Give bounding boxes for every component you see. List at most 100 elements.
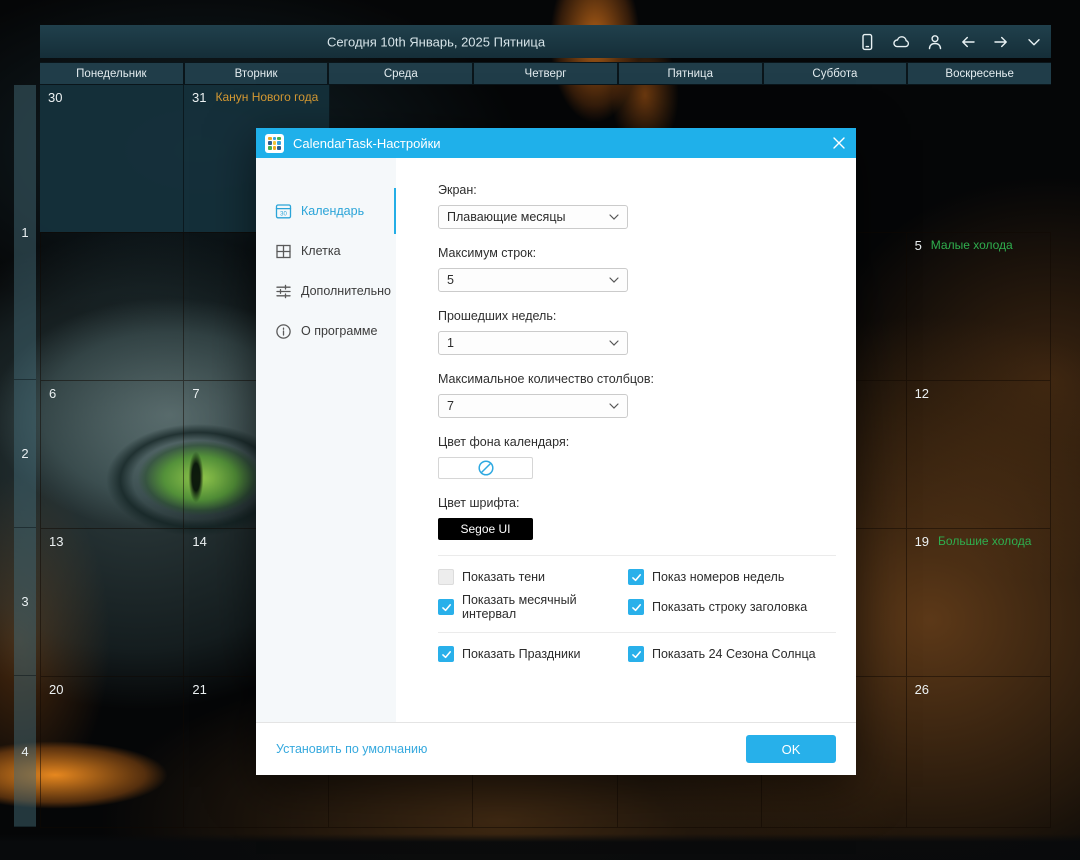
dialog-sidebar: 30 Календарь Клетка Дополнительно О прог… bbox=[256, 158, 396, 722]
date-number: 21 bbox=[192, 682, 207, 697]
solar-season-label: Большие холода bbox=[938, 534, 1032, 548]
chevron-down-icon bbox=[609, 277, 619, 283]
tab-label: Дополнительно bbox=[301, 284, 391, 298]
sliders-icon bbox=[276, 284, 291, 298]
week-number: 2 bbox=[14, 380, 36, 528]
dialog-content: Экран: Плавающие месяцы Максимум строк: … bbox=[396, 158, 856, 722]
calendar-icon: 30 bbox=[275, 203, 292, 218]
calendar-cell-dec-30[interactable]: 30 bbox=[40, 85, 184, 232]
prev-arrow-icon[interactable] bbox=[959, 33, 977, 51]
weekday-monday: Понедельник bbox=[40, 63, 183, 84]
check-icon bbox=[631, 650, 641, 658]
show-holidays-row[interactable]: Показать Праздники bbox=[438, 639, 628, 669]
tab-label: Календарь bbox=[301, 204, 365, 218]
select-value: 1 bbox=[447, 336, 454, 350]
date-number: 13 bbox=[49, 534, 64, 549]
none-icon bbox=[477, 460, 494, 476]
date-number: 26 bbox=[914, 682, 930, 697]
checkbox-label: Показать месячный интервал bbox=[462, 593, 577, 621]
tab-about[interactable]: О программе bbox=[256, 311, 396, 351]
calendar-cell[interactable] bbox=[40, 233, 185, 381]
checkbox-label: Показать тени bbox=[462, 570, 546, 584]
week-number: 1 bbox=[14, 85, 36, 380]
weekday-friday: Пятница bbox=[618, 63, 762, 84]
check-icon bbox=[441, 650, 451, 658]
weekday-sunday: Воскресенье bbox=[908, 63, 1052, 84]
user-icon[interactable] bbox=[926, 33, 944, 51]
show-week-numbers-row[interactable]: Показ номеров недель bbox=[628, 562, 836, 592]
max-rows-label: Максимум строк: bbox=[438, 246, 537, 260]
tab-label: О программе bbox=[301, 324, 378, 338]
date-number: 31 bbox=[192, 90, 207, 105]
show-24-solar-seasons-row[interactable]: Показать 24 Сезона Солнца bbox=[628, 639, 836, 669]
calendar-cell-jan-19[interactable]: 19 Большие холода bbox=[906, 529, 1051, 677]
dialog-footer: Установить по умолчанию OK bbox=[256, 722, 856, 775]
past-weeks-select[interactable]: 1 bbox=[438, 331, 628, 355]
max-columns-select[interactable]: 7 bbox=[438, 394, 628, 418]
max-rows-select[interactable]: 5 bbox=[438, 268, 628, 292]
date-number: 12 bbox=[914, 386, 930, 401]
date-number: 5 bbox=[914, 238, 922, 253]
weekday-header-row: Понедельник Вторник Среда Четверг Пятниц… bbox=[40, 62, 1052, 85]
close-icon[interactable] bbox=[822, 128, 856, 158]
show-shadows-row[interactable]: Показать тени bbox=[438, 562, 628, 592]
calendar-cell-jan-5[interactable]: 5 Малые холода bbox=[906, 233, 1051, 381]
check-icon bbox=[441, 603, 451, 611]
solar-season-label: Малые холода bbox=[930, 238, 1013, 252]
check-icon bbox=[631, 603, 641, 611]
desktop: Сегодня 10th Январь, 2025 Пятница Понеде… bbox=[0, 0, 1080, 860]
next-arrow-icon[interactable] bbox=[992, 33, 1010, 51]
svg-text:30: 30 bbox=[280, 211, 287, 217]
today-date-label: Сегодня 10th Январь, 2025 Пятница bbox=[326, 34, 546, 49]
chevron-down-icon[interactable] bbox=[1025, 33, 1043, 51]
calendar-title-bar: Сегодня 10th Январь, 2025 Пятница bbox=[40, 25, 1051, 58]
info-icon bbox=[276, 323, 291, 339]
divider bbox=[438, 555, 836, 556]
checkbox-show-holidays[interactable] bbox=[438, 646, 454, 662]
checkbox-label: Показать строку заголовка bbox=[652, 600, 808, 614]
tab-calendar[interactable]: 30 Календарь bbox=[256, 191, 396, 231]
dialog-header[interactable]: CalendarTask-Настройки bbox=[256, 128, 856, 158]
font-color-label: Цвет шрифта: bbox=[438, 496, 520, 510]
tab-cell[interactable]: Клетка bbox=[256, 231, 396, 271]
show-month-interval-row[interactable]: Показать месячный интервал bbox=[438, 592, 628, 622]
tab-advanced[interactable]: Дополнительно bbox=[256, 271, 396, 311]
phone-icon[interactable] bbox=[858, 33, 876, 51]
select-value: 5 bbox=[447, 273, 454, 287]
checkbox-show-24-solar-seasons[interactable] bbox=[628, 646, 644, 662]
app-icon bbox=[265, 133, 284, 153]
checkbox-label: Показ номеров недель bbox=[652, 570, 785, 584]
calendar-bg-color-button[interactable] bbox=[438, 457, 533, 479]
font-color-button[interactable]: Segoe UI bbox=[438, 518, 533, 540]
select-value: 7 bbox=[447, 399, 454, 413]
date-number: 19 bbox=[914, 534, 930, 549]
weekday-wednesday: Среда bbox=[329, 63, 473, 84]
chevron-down-icon bbox=[609, 403, 619, 409]
holiday-label: Канун Нового года bbox=[215, 90, 319, 104]
week-number: 3 bbox=[14, 528, 36, 676]
checkbox-show-month-interval[interactable] bbox=[438, 599, 454, 615]
ok-button[interactable]: OK bbox=[746, 735, 836, 763]
checkbox-show-shadows[interactable] bbox=[438, 569, 454, 585]
weekday-tuesday: Вторник bbox=[184, 63, 328, 84]
settings-dialog: CalendarTask-Настройки 30 Календарь Клет… bbox=[256, 128, 856, 775]
calendar-cell-jan-20[interactable]: 20 bbox=[40, 677, 185, 828]
divider bbox=[438, 632, 836, 633]
calendar-cell-jan-26[interactable]: 26 bbox=[906, 677, 1051, 828]
titlebar-icons bbox=[858, 25, 1043, 58]
checkbox-show-header-row[interactable] bbox=[628, 599, 644, 615]
show-header-row-row[interactable]: Показать строку заголовка bbox=[628, 592, 836, 622]
dialog-title: CalendarTask-Настройки bbox=[293, 135, 441, 151]
grid-icon bbox=[276, 244, 291, 258]
check-icon bbox=[631, 573, 641, 581]
calendar-cell-jan-6[interactable]: 6 bbox=[40, 381, 185, 529]
checkbox-show-week-numbers[interactable] bbox=[628, 569, 644, 585]
checkbox-label: Показать 24 Сезона Солнца bbox=[652, 647, 816, 661]
calendar-cell-jan-12[interactable]: 12 bbox=[906, 381, 1051, 529]
screen-label: Экран: bbox=[438, 183, 477, 197]
select-value: Плавающие месяцы bbox=[447, 210, 566, 224]
set-default-link[interactable]: Установить по умолчанию bbox=[276, 742, 427, 756]
cloud-icon[interactable] bbox=[891, 33, 911, 51]
screen-select[interactable]: Плавающие месяцы bbox=[438, 205, 628, 229]
calendar-cell-jan-13[interactable]: 13 bbox=[40, 529, 185, 677]
